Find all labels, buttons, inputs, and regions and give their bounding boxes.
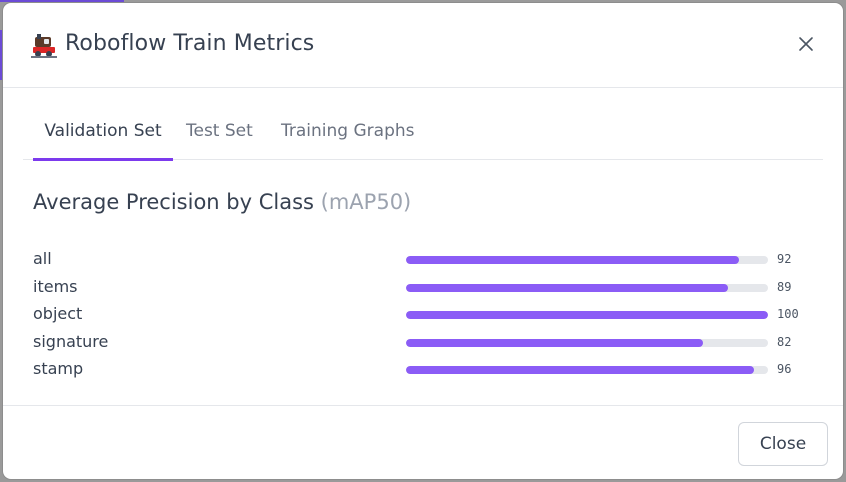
precision-value: 100	[777, 307, 799, 321]
train-icon	[31, 33, 57, 59]
close-button[interactable]: Close	[738, 422, 828, 466]
precision-value: 82	[777, 335, 792, 349]
tab-test-set[interactable]: Test Set	[186, 121, 253, 159]
precision-bar-track	[406, 366, 768, 374]
train-metrics-modal: Roboflow Train Metrics Validation Set Te…	[3, 3, 843, 479]
section-title: Average Precision by Class	[33, 190, 314, 214]
precision-bar-fill	[406, 284, 729, 292]
precision-bar-track	[406, 339, 768, 347]
class-row: object 100	[33, 304, 813, 326]
class-label: stamp	[33, 359, 84, 378]
class-label: object	[33, 304, 83, 323]
tab-bar: Validation Set Test Set Training Graphs	[23, 107, 823, 161]
class-row: items 89	[33, 277, 813, 299]
class-row: signature 82	[33, 332, 813, 354]
precision-bar-track	[406, 284, 768, 292]
precision-bar-fill	[406, 339, 703, 347]
class-label: items	[33, 277, 78, 296]
precision-bar-track	[406, 311, 768, 319]
close-icon[interactable]	[795, 33, 817, 55]
precision-value: 89	[777, 280, 792, 294]
class-row: stamp 96	[33, 359, 813, 381]
class-label: signature	[33, 332, 109, 351]
modal-footer: Close	[3, 405, 843, 479]
precision-bar-track	[406, 256, 768, 264]
precision-value: 92	[777, 252, 792, 266]
precision-bar-fill	[406, 311, 768, 319]
class-label: all	[33, 249, 52, 268]
modal-header: Roboflow Train Metrics	[3, 3, 843, 88]
tab-training-graphs[interactable]: Training Graphs	[281, 121, 415, 159]
class-row: all 92	[33, 249, 813, 271]
section-subtitle: (mAP50)	[320, 190, 412, 214]
precision-bar-fill	[406, 256, 740, 264]
section-heading: Average Precision by Class (mAP50)	[33, 190, 411, 214]
tab-validation-set[interactable]: Validation Set	[33, 121, 173, 161]
backdrop-accent-top	[0, 0, 124, 2]
modal-title: Roboflow Train Metrics	[65, 31, 315, 56]
backdrop-accent-left	[0, 30, 2, 80]
precision-bar-fill	[406, 366, 754, 374]
precision-value: 96	[777, 362, 792, 376]
